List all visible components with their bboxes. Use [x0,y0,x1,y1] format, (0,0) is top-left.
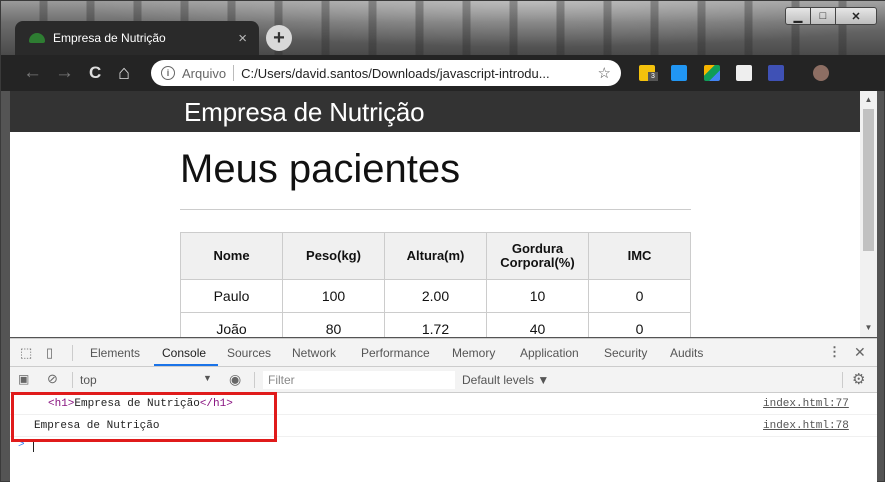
cell-gordura: 40 [486,312,589,337]
page-scrollbar[interactable]: ▲ ▼ [860,91,877,337]
home-icon[interactable]: ⌂ [118,61,130,85]
console-filter-input[interactable] [263,371,455,389]
source-link[interactable]: index.html:77 [763,398,849,410]
scheme-label: Arquivo [182,65,227,81]
tab-performance[interactable]: Performance [361,346,430,360]
reload-icon[interactable]: C [89,61,101,85]
column-header-peso: Peso(kg) [282,232,385,280]
info-icon[interactable]: i [161,66,175,80]
gear-icon[interactable]: ⚙ [852,372,865,387]
cell-altura: 1.72 [384,312,487,337]
clear-console-icon[interactable]: ⊘ [47,372,58,385]
tab-audits[interactable]: Audits [670,346,703,360]
table-row: João 80 1.72 40 0 [180,312,691,337]
scrollbar-thumb[interactable] [863,109,874,251]
eye-icon[interactable]: ◉ [229,372,241,386]
forward-icon[interactable]: → [55,61,74,85]
extension-book-icon[interactable] [768,65,784,81]
column-header-imc: IMC [588,232,691,280]
favicon-icon [29,33,45,43]
devtools-close-icon[interactable]: ✕ [854,345,866,359]
extension-pinwheel-icon[interactable] [704,65,720,81]
site-header: Empresa de Nutrição [10,91,860,132]
divider [180,209,691,210]
table-header-row: Nome Peso(kg) Altura(m) Gordura Corporal… [180,232,691,280]
site-title: Empresa de Nutrição [184,97,425,127]
devtools-tabbar: ⬚ ▯ Elements Console Sources Network Per… [10,339,877,367]
cell-nome: Paulo [180,279,283,313]
bookmark-star-icon[interactable]: ☆ [598,64,611,82]
cell-nome: João [180,312,283,337]
page-heading: Meus pacientes [180,147,461,191]
column-header-gordura: Gordura Corporal(%) [486,232,589,280]
extension-download-icon[interactable] [671,65,687,81]
cell-peso: 80 [282,312,385,337]
browser-window: Empresa de Nutrição × + ▁ □ ✕ ← → C ⌂ i … [0,0,885,482]
inspect-element-icon[interactable]: ⬚ [20,346,32,359]
extension-m-icon[interactable] [736,65,752,81]
cell-imc: 0 [588,312,691,337]
cell-altura: 2.00 [384,279,487,313]
device-toolbar-icon[interactable]: ▯ [46,346,53,359]
table-row: Paulo 100 2.00 10 0 [180,279,691,313]
address-bar[interactable]: i Arquivo C:/Users/david.santos/Download… [151,60,621,86]
console-filterbar: ▣ ⊘ top ▼ ◉ Default levels ▼ ⚙ [10,367,877,393]
tab-elements[interactable]: Elements [90,346,140,360]
page-viewport: Empresa de Nutrição Meus pacientes Nome … [10,91,860,337]
column-header-nome: Nome [180,232,283,280]
column-header-altura: Altura(m) [384,232,487,280]
cell-gordura: 10 [486,279,589,313]
tab-network[interactable]: Network [292,346,336,360]
scroll-down-icon[interactable]: ▼ [860,321,877,335]
minimize-button[interactable]: ▁ [785,7,811,25]
patients-table: Nome Peso(kg) Altura(m) Gordura Corporal… [180,232,691,337]
extension-badge: 3 [648,72,658,81]
browser-toolbar: ← → C ⌂ i Arquivo C:/Users/david.santos/… [1,55,885,137]
tab-security[interactable]: Security [604,346,647,360]
active-tab-indicator [154,364,218,366]
new-tab-button[interactable]: + [266,25,292,51]
title-bar: Empresa de Nutrição × + ▁ □ ✕ [1,1,885,55]
tab-memory[interactable]: Memory [452,346,495,360]
profile-avatar[interactable] [813,65,829,81]
scroll-up-icon[interactable]: ▲ [860,93,877,107]
sidebar-toggle-icon[interactable]: ▣ [18,373,29,385]
cell-peso: 100 [282,279,385,313]
maximize-button[interactable]: □ [810,7,836,25]
devtools-menu-icon[interactable]: ⋮ [828,345,841,358]
context-selector[interactable]: top [80,373,97,387]
tab-title: Empresa de Nutrição [53,31,166,45]
log-levels-dropdown[interactable]: Default levels ▼ [462,373,549,387]
close-window-button[interactable]: ✕ [835,7,877,25]
browser-tab[interactable]: Empresa de Nutrição × [15,21,259,55]
tab-console[interactable]: Console [162,346,206,360]
highlight-box [11,392,277,442]
chevron-down-icon[interactable]: ▼ [203,373,212,383]
tab-sources[interactable]: Sources [227,346,271,360]
tab-application[interactable]: Application [520,346,579,360]
cell-imc: 0 [588,279,691,313]
url-text[interactable]: C:/Users/david.santos/Downloads/javascri… [241,66,591,81]
tab-close-icon[interactable]: × [238,31,247,46]
source-link[interactable]: index.html:78 [763,420,849,432]
back-icon[interactable]: ← [23,61,42,85]
